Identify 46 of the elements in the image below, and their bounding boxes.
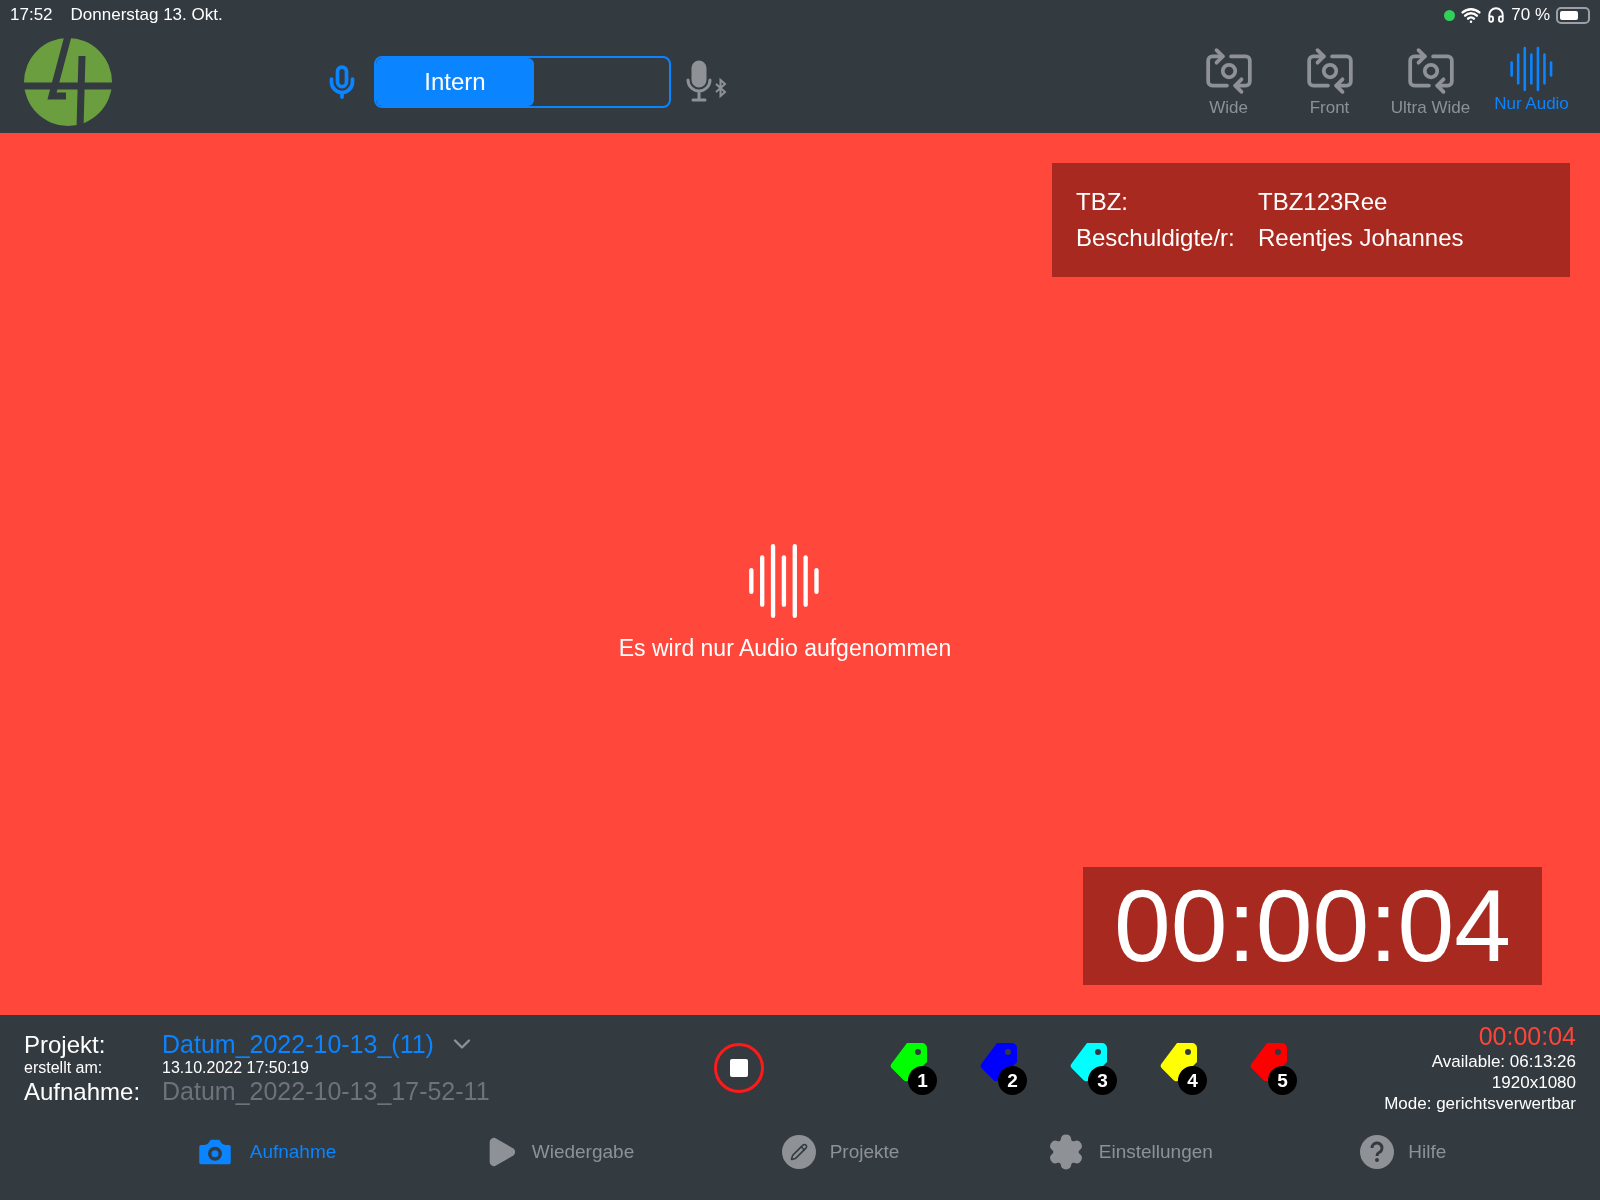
wifi-icon bbox=[1461, 5, 1482, 25]
audio-wave-icon bbox=[1508, 45, 1555, 92]
elapsed-time: 00:00:04 bbox=[1478, 1021, 1576, 1051]
info-value: Reentjes Johannes bbox=[1258, 224, 1465, 252]
resolution: 1920x1080 bbox=[1491, 1072, 1576, 1093]
tag-button[interactable]: 5 bbox=[1249, 1040, 1294, 1095]
mic-indicator-dot bbox=[1444, 9, 1456, 21]
status-date: Donnerstag 13. Okt. bbox=[70, 5, 223, 25]
tab-bar-item[interactable]: Projekte bbox=[775, 1134, 906, 1170]
tag-button[interactable]: 1 bbox=[889, 1040, 934, 1095]
source-switch[interactable]: Intern bbox=[374, 55, 671, 108]
info-label: Beschuldigte/r: bbox=[1076, 224, 1236, 252]
stop-button[interactable] bbox=[714, 1042, 764, 1093]
switch-camera-icon bbox=[1304, 45, 1355, 96]
info-value: TBZ123Ree bbox=[1258, 188, 1389, 216]
created-date: 13.10.2022 17:50:19 bbox=[162, 1058, 310, 1077]
recording-timer: 00:00:04 bbox=[1083, 867, 1542, 985]
tag-button[interactable]: 2 bbox=[979, 1040, 1024, 1095]
battery-icon bbox=[1556, 6, 1590, 24]
recording-mode: Mode: gerichtsverwertbar bbox=[1384, 1093, 1576, 1114]
tab-bar-item[interactable]: Aufnahme bbox=[187, 1130, 343, 1174]
info-label: TBZ: bbox=[1076, 188, 1129, 216]
available-time: Available: 06:13:26 bbox=[1431, 1051, 1576, 1072]
camera-mode-button[interactable]: Wide bbox=[1180, 44, 1277, 119]
help-icon bbox=[1360, 1135, 1395, 1169]
pencil-icon bbox=[781, 1135, 816, 1169]
tab-bar-item[interactable]: Hilfe bbox=[1354, 1134, 1453, 1170]
recording-label: Aufnahme: bbox=[24, 1077, 142, 1106]
tab-bar-item[interactable]: Wiedergabe bbox=[477, 1134, 641, 1170]
camera-mode-button[interactable]: Nur Audio bbox=[1483, 44, 1580, 119]
project-label: Projekt: bbox=[24, 1030, 107, 1059]
camera-mode-button[interactable]: Ultra Wide bbox=[1382, 44, 1479, 119]
battery-percent: 70 % bbox=[1511, 5, 1550, 25]
audio-only-message: Es wird nur Audio aufgenommen bbox=[618, 634, 952, 662]
status-time: 17:52 bbox=[10, 5, 53, 25]
switch-camera-icon bbox=[1405, 45, 1456, 96]
created-label: erstellt am: bbox=[24, 1058, 104, 1077]
tab-bar-item[interactable]: Einstellungen bbox=[1040, 1132, 1219, 1172]
recording-name: Datum_2022-10-13_17-52-11 bbox=[162, 1076, 491, 1106]
camera-mode-button[interactable]: Front bbox=[1281, 44, 1378, 119]
headphones-icon bbox=[1487, 6, 1506, 24]
switch-camera-icon bbox=[1203, 45, 1254, 96]
project-dropdown[interactable]: Datum_2022-10-13_(11) bbox=[162, 1029, 704, 1059]
source-segment[interactable]: Intern bbox=[376, 57, 534, 106]
tag-button[interactable]: 4 bbox=[1159, 1040, 1204, 1095]
tag-button[interactable]: 3 bbox=[1069, 1040, 1114, 1095]
